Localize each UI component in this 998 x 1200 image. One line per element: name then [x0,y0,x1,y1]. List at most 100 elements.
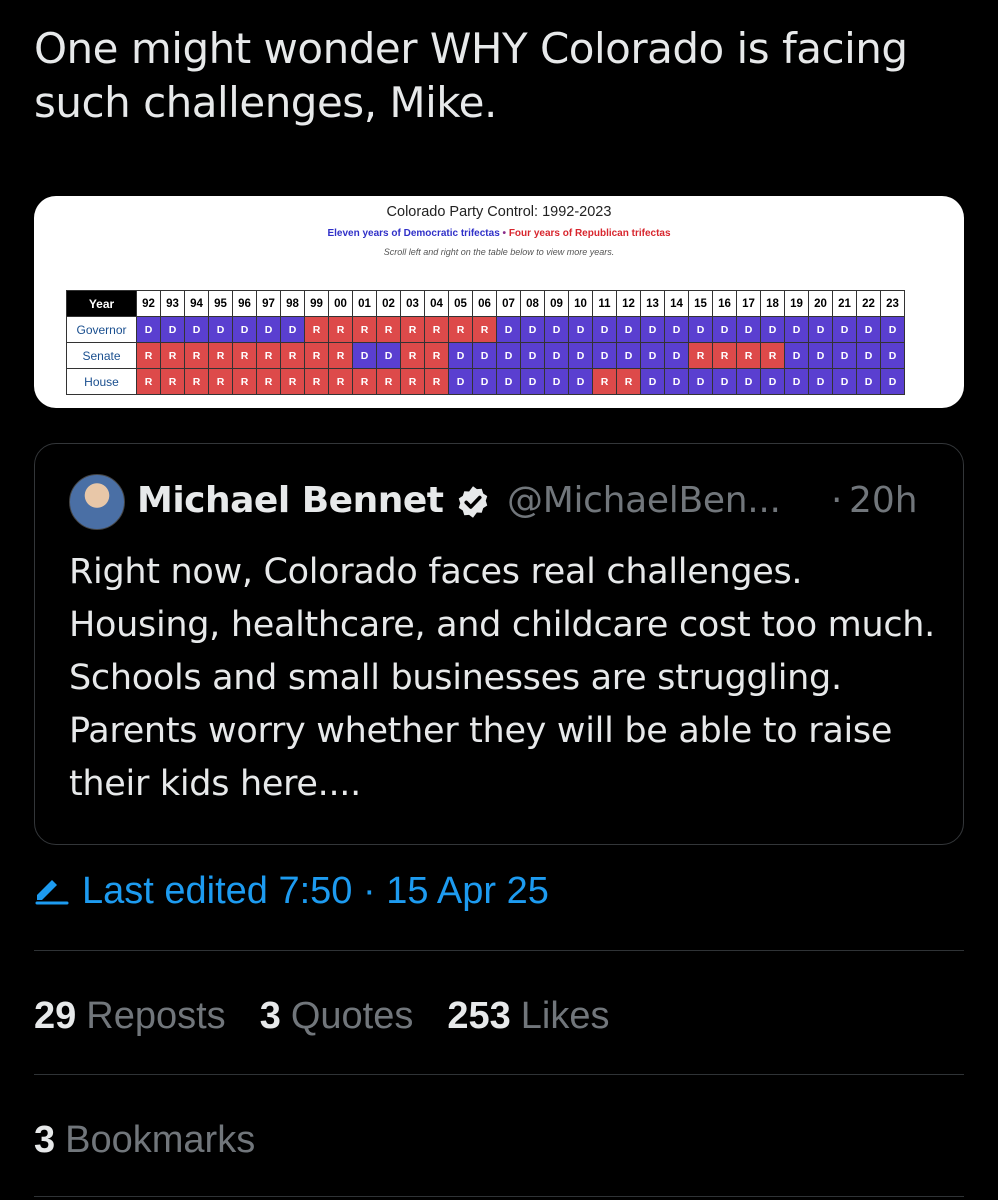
year-15: 15 [688,290,713,317]
party-cell: D [808,316,833,343]
quotes-stat[interactable]: 3 Quotes [260,995,414,1038]
post-timestamp[interactable]: 20h [849,480,918,521]
likes-stat[interactable]: 253 Likes [447,995,609,1038]
table-row-senate: Senate R R R R R R R R R D D R R D D D D D D D D D D R R R R D D D D D [66,342,905,369]
party-cell: D [520,316,545,343]
year-16: 16 [712,290,737,317]
party-cell: R [472,316,497,343]
year-05: 05 [448,290,473,317]
tweet-text: One might wonder WHY Colorado is facing … [34,24,908,127]
party-cell: D [280,316,305,343]
row-label: House [66,368,137,395]
year-95: 95 [208,290,233,317]
avatar[interactable] [69,474,125,530]
party-cell: D [136,316,161,343]
party-cell: R [376,316,401,343]
party-cell: R [736,342,761,369]
party-cell: R [256,368,281,395]
party-cell: D [496,316,521,343]
quoted-tweet[interactable]: Michael Bennet @MichaelBen... · 20h Righ… [34,443,964,845]
bookmarks-count: 3 [34,1118,56,1161]
verified-badge-icon [458,486,488,518]
year-01: 01 [352,290,377,317]
party-cell: D [832,368,857,395]
divider [34,1074,964,1075]
party-cell: D [664,342,689,369]
year-00: 00 [328,290,353,317]
year-17: 17 [736,290,761,317]
party-cell: D [880,316,905,343]
quoted-tweet-text: Right now, Colorado faces real challenge… [69,552,935,804]
party-cell: D [808,342,833,369]
party-cell: R [232,368,257,395]
subtitle-republican: Four years of Republican trifectas [508,228,671,239]
party-cell: D [544,316,569,343]
party-cell: D [688,316,713,343]
party-cell: D [232,316,257,343]
chart-subtitle: Eleven years of Democratic trifectas • F… [34,228,964,239]
year-08: 08 [520,290,545,317]
party-cell: D [688,368,713,395]
reposts-stat[interactable]: 29 Reposts [34,995,226,1038]
year-03: 03 [400,290,425,317]
year-header: Year [66,290,137,317]
party-cell: R [328,316,353,343]
party-cell: D [592,342,617,369]
party-cell: D [544,342,569,369]
party-cell: D [568,342,593,369]
party-cell: R [352,316,377,343]
party-cell: D [640,342,665,369]
year-12: 12 [616,290,641,317]
year-09: 09 [544,290,569,317]
year-92: 92 [136,290,161,317]
author-handle[interactable]: @MichaelBen... [507,480,781,521]
party-cell: D [544,368,569,395]
party-cell: D [664,368,689,395]
party-cell: R [376,368,401,395]
chart-title: Colorado Party Control: 1992-2023 [386,204,612,220]
party-cell: D [640,368,665,395]
party-cell: D [568,316,593,343]
party-cell: R [688,342,713,369]
year-18: 18 [760,290,785,317]
table-row-house: House R R R R R R R R R R R R R D D D D D D R R D D D D D D D D D D D [66,368,905,395]
year-97: 97 [256,290,281,317]
party-cell: R [184,368,209,395]
party-cell: R [424,368,449,395]
year-23: 23 [880,290,905,317]
party-cell: D [568,368,593,395]
party-cell: R [160,342,185,369]
year-22: 22 [856,290,881,317]
party-cell: D [160,316,185,343]
year-02: 02 [376,290,401,317]
bookmarks-stat[interactable]: 3 Bookmarks [34,1114,255,1166]
party-cell: R [400,316,425,343]
year-99: 99 [304,290,329,317]
party-cell: R [760,342,785,369]
party-cell: D [376,342,401,369]
subtitle-democratic: Eleven years of Democratic trifectas [327,228,500,239]
party-cell: R [592,368,617,395]
year-14: 14 [664,290,689,317]
reposts-count: 29 [34,994,77,1037]
party-cell: D [856,368,881,395]
last-edited-link[interactable]: Last edited 7:50 · 15 Apr 25 [34,866,549,916]
year-19: 19 [784,290,809,317]
chart-note: Scroll left and right on the table below… [383,247,615,257]
party-cell: R [136,368,161,395]
party-cell: R [304,316,329,343]
year-07: 07 [496,290,521,317]
reposts-label: Reposts [86,994,226,1037]
party-cell: D [472,368,497,395]
tweet-image[interactable]: Colorado Party Control: 1992-2023 Eleven… [34,196,964,408]
party-cell: R [328,368,353,395]
likes-count: 253 [447,994,511,1037]
party-cell: R [256,342,281,369]
row-label: Senate [66,342,137,369]
party-cell: R [352,368,377,395]
year-04: 04 [424,290,449,317]
divider [34,1196,964,1197]
likes-label: Likes [520,994,610,1037]
author-name[interactable]: Michael Bennet [137,480,444,521]
year-13: 13 [640,290,665,317]
